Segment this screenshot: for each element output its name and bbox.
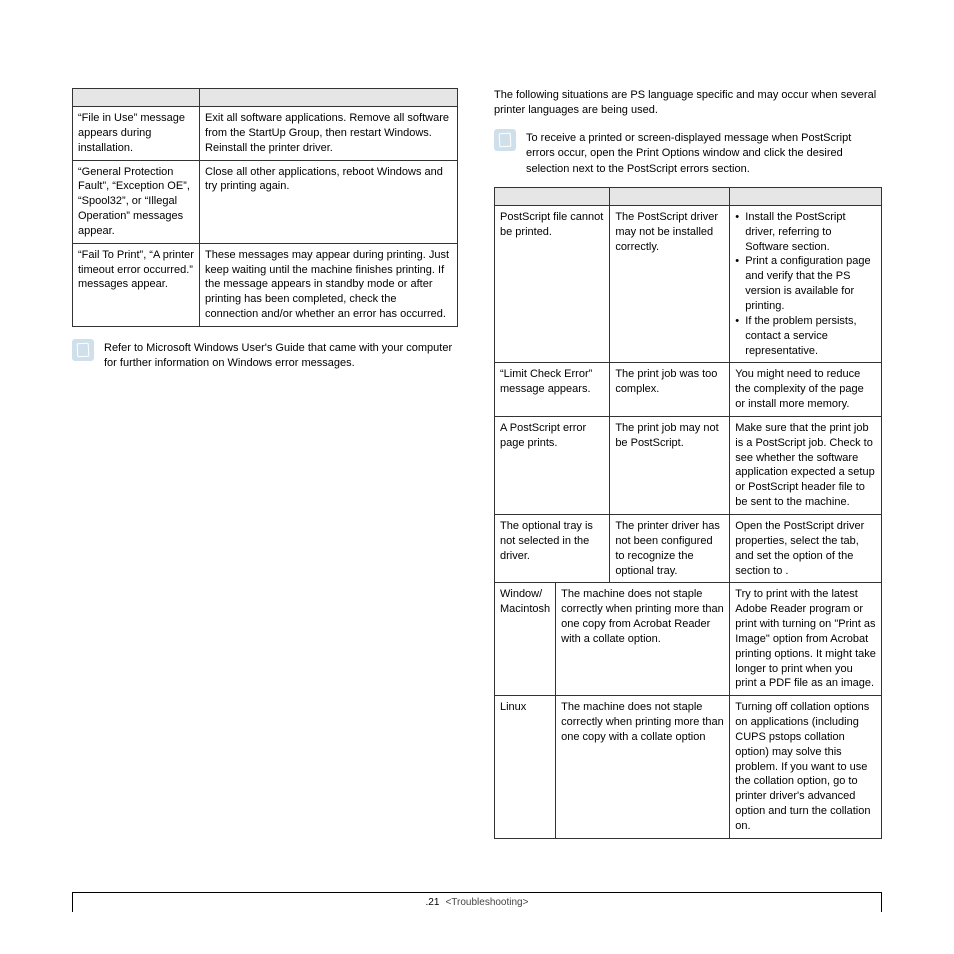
cause-cell: The printer driver has not been configur… — [610, 514, 730, 582]
note-block: Refer to Microsoft Windows User's Guide … — [72, 341, 458, 372]
cause-cell: The machine does not staple correctly wh… — [556, 583, 730, 696]
windows-errors-table: “File in Use” message appears during ins… — [72, 88, 458, 327]
cause-cell: The print job may not be PostScript. — [610, 416, 730, 514]
right-column: The following situations are PS language… — [494, 88, 882, 853]
left-column: “File in Use” message appears during ins… — [72, 88, 458, 853]
note-icon — [72, 339, 94, 361]
list-item: Print a configuration page and verify th… — [735, 254, 876, 313]
page-content: “File in Use” message appears during ins… — [0, 0, 954, 853]
table-row: The optional tray is not selected in the… — [495, 514, 882, 582]
note-text: To receive a printed or screen-displayed… — [526, 131, 882, 177]
table-row: “Fail To Print”, “A printer timeout erro… — [73, 243, 458, 326]
cause-cell: The print job was too complex. — [610, 363, 730, 417]
solution-cell: Exit all software applications. Remove a… — [200, 107, 458, 161]
condition-cell: “File in Use” message appears during ins… — [73, 107, 200, 161]
table-row: Linux The machine does not staple correc… — [495, 696, 882, 839]
note-block: To receive a printed or screen-displayed… — [494, 131, 882, 177]
page-footer: .21 <Troubleshooting> — [72, 892, 882, 912]
table-row: Window/ Macintosh The machine does not s… — [495, 583, 882, 696]
note-text: Refer to Microsoft Windows User's Guide … — [104, 341, 458, 372]
table-row: PostScript file cannot be printed. The P… — [495, 205, 882, 362]
solution-cell: Install the PostScript driver, referring… — [730, 205, 882, 362]
problem-cell: Linux — [495, 696, 556, 839]
table-row: “Limit Check Error” message appears. The… — [495, 363, 882, 417]
problem-cell: A PostScript error page prints. — [495, 416, 610, 514]
table-row: A PostScript error page prints. The prin… — [495, 416, 882, 514]
problem-cell: The optional tray is not selected in the… — [495, 514, 610, 582]
cause-cell: The PostScript driver may not be install… — [610, 205, 730, 362]
solution-cell: You might need to reduce the complexity … — [730, 363, 882, 417]
problem-cell: Window/ Macintosh — [495, 583, 556, 696]
postscript-errors-table: PostScript file cannot be printed. The P… — [494, 187, 882, 839]
intro-text: The following situations are PS language… — [494, 88, 882, 119]
problem-cell: PostScript file cannot be printed. — [495, 205, 610, 362]
solution-cell: Close all other applications, reboot Win… — [200, 160, 458, 243]
list-item: If the problem persists, contact a servi… — [735, 314, 876, 359]
condition-cell: “General Protection Fault”, “Exception O… — [73, 160, 200, 243]
condition-cell: “Fail To Print”, “A printer timeout erro… — [73, 243, 200, 326]
solution-cell: These messages may appear during printin… — [200, 243, 458, 326]
problem-cell: “Limit Check Error” message appears. — [495, 363, 610, 417]
solution-cell: Make sure that the print job is a PostSc… — [730, 416, 882, 514]
cause-cell: The machine does not staple correctly wh… — [556, 696, 730, 839]
table-row: “File in Use” message appears during ins… — [73, 107, 458, 161]
list-item: Install the PostScript driver, referring… — [735, 210, 876, 255]
table-row: “General Protection Fault”, “Exception O… — [73, 160, 458, 243]
solution-cell: Open the PostScript driver properties, s… — [730, 514, 882, 582]
solution-cell: Turning off collation options on applica… — [730, 696, 882, 839]
page-number: .21 — [426, 897, 440, 908]
note-icon — [494, 129, 516, 151]
solution-cell: Try to print with the latest Adobe Reade… — [730, 583, 882, 696]
section-label: <Troubleshooting> — [445, 897, 528, 908]
